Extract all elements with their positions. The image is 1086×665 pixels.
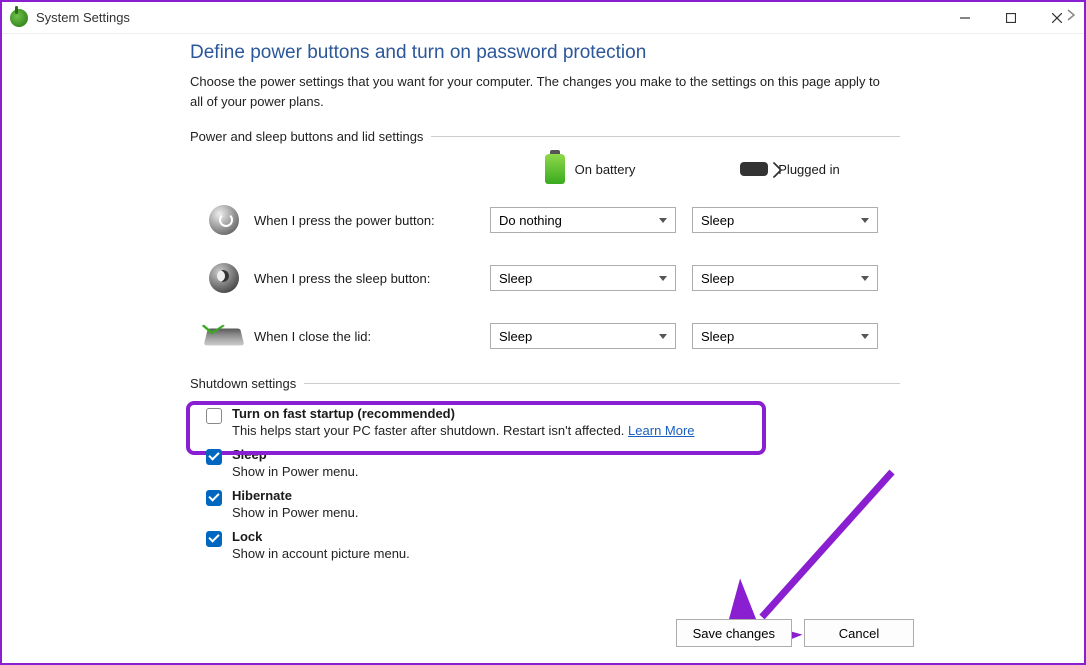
close-lid-battery-select[interactable]: Sleep (490, 323, 676, 349)
checkbox-desc: Show in account picture menu. (232, 546, 410, 561)
checkbox-desc: This helps start your PC faster after sh… (232, 423, 695, 438)
checkbox-fast-startup[interactable]: Turn on fast startup (recommended) This … (190, 401, 900, 442)
row-close-lid-label: When I close the lid: (254, 329, 371, 344)
row-sleep-button-label: When I press the sleep button: (254, 271, 430, 286)
checkbox-title: Lock (232, 529, 410, 544)
checkbox-icon[interactable] (206, 408, 222, 424)
row-sleep-button: When I press the sleep button: Sleep Sle… (190, 260, 900, 296)
checkbox-icon[interactable] (206, 531, 222, 547)
save-changes-button[interactable]: Save changes (676, 619, 792, 647)
close-lid-plugged-select[interactable]: Sleep (692, 323, 878, 349)
section-header-label: Shutdown settings (190, 376, 296, 391)
sleep-button-icon (206, 260, 242, 296)
checkbox-desc: Show in Power menu. (232, 464, 358, 479)
checkbox-sleep[interactable]: Sleep Show in Power menu. (190, 442, 900, 483)
shutdown-settings-list: Turn on fast startup (recommended) This … (190, 401, 900, 565)
checkbox-title: Sleep (232, 447, 358, 462)
footer-buttons: Save changes Cancel (676, 619, 914, 647)
checkbox-icon[interactable] (206, 449, 222, 465)
cancel-button[interactable]: Cancel (804, 619, 914, 647)
checkbox-lock[interactable]: Lock Show in account picture menu. (190, 524, 900, 565)
section-divider (304, 383, 900, 384)
section-shutdown-header: Shutdown settings (190, 376, 900, 391)
checkbox-title: Turn on fast startup (recommended) (232, 406, 695, 421)
checkbox-title: Hibernate (232, 488, 358, 503)
checkbox-icon[interactable] (206, 490, 222, 506)
learn-more-link[interactable]: Learn More (628, 423, 694, 438)
row-close-lid: When I close the lid: Sleep Sleep (190, 318, 900, 354)
lid-icon (206, 318, 242, 354)
system-settings-window: System Settings Define power buttons and… (0, 0, 1086, 665)
sleep-button-plugged-select[interactable]: Sleep (692, 265, 878, 291)
checkbox-desc: Show in Power menu. (232, 505, 358, 520)
checkbox-hibernate[interactable]: Hibernate Show in Power menu. (190, 483, 900, 524)
sleep-button-battery-select[interactable]: Sleep (490, 265, 676, 291)
